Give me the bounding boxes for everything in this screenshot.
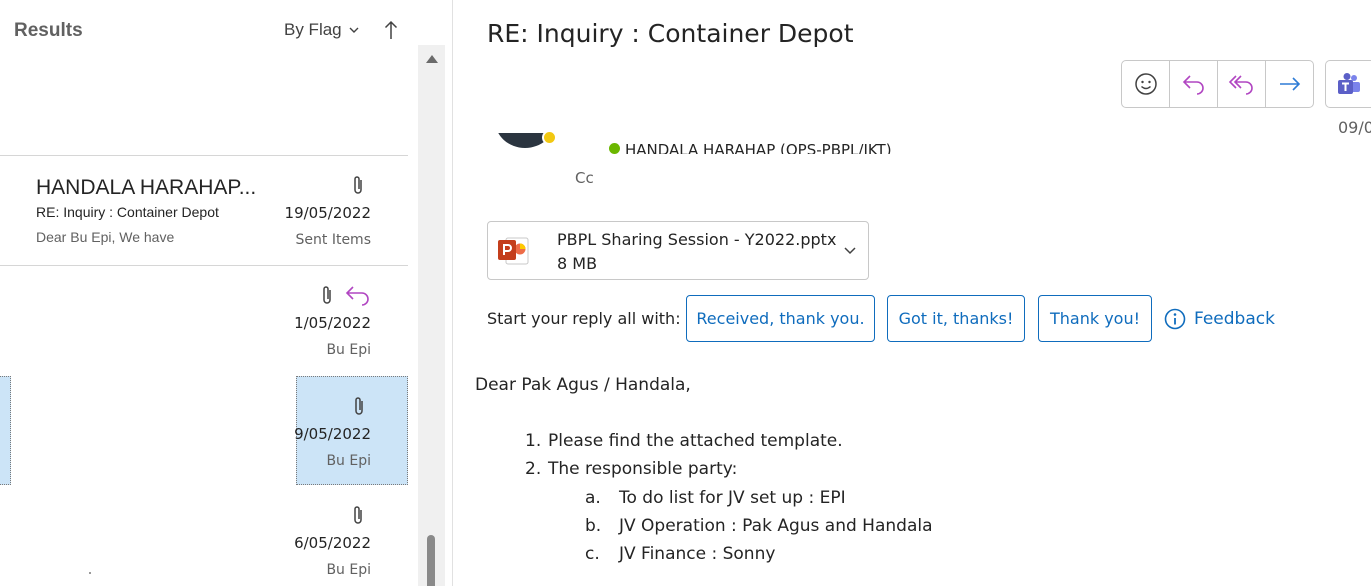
info-icon <box>1164 308 1186 330</box>
sublist-marker: c. <box>585 544 600 564</box>
reading-pane: RE: Inquiry : Container Depot 09/0 HANDA… <box>453 0 1371 586</box>
item-date: 1/05/2022 <box>294 314 371 332</box>
scroll-clip <box>483 93 563 133</box>
paperclip-icon <box>354 176 362 194</box>
attachment-size: 8 MB <box>557 254 598 273</box>
share-to-teams-button[interactable] <box>1325 60 1371 108</box>
smiley-icon <box>1134 73 1157 95</box>
item-folder: Bu Epi <box>326 342 371 358</box>
forward-button[interactable] <box>1266 61 1313 107</box>
item-date: 19/05/2022 <box>284 204 371 222</box>
item-folder: Bu Epi <box>326 562 371 578</box>
reply-all-icon <box>1228 75 1253 95</box>
reply-all-button[interactable] <box>1218 61 1266 107</box>
message-subject: RE: Inquiry : Container Depot <box>487 19 854 48</box>
paperclip-icon <box>323 286 331 304</box>
sort-label: By Flag <box>284 20 342 39</box>
scroll-up-arrow-icon[interactable] <box>426 55 438 63</box>
powerpoint-icon <box>498 237 529 265</box>
paperclip-icon <box>354 506 362 524</box>
stray-dot <box>89 572 91 574</box>
sort-by-dropdown[interactable]: By Flag <box>284 20 359 40</box>
suggested-reply-button[interactable]: Got it, thanks! <box>887 295 1025 342</box>
suggested-reply-prompt: Start your reply all with: <box>487 309 681 328</box>
list-scrollbar[interactable] <box>418 45 445 586</box>
attachment-name: PBPL Sharing Session - Y2022.pptx <box>557 230 837 249</box>
cc-recipients <box>593 160 873 220</box>
list-text: Please find the attached template. <box>548 431 843 451</box>
item-date: 6/05/2022 <box>294 534 371 552</box>
list-item[interactable]: 6/05/2022 Bu Epi <box>0 486 408 586</box>
teams-icon <box>1338 73 1360 94</box>
cc-label: Cc <box>575 169 594 187</box>
item-sender: HANDALA HARAHAP... <box>36 176 257 199</box>
selected-list-item[interactable]: 9/05/2022 Bu Epi <box>294 376 408 485</box>
item-folder: Bu Epi <box>326 453 371 469</box>
to-recipient[interactable]: HANDALA HARAHAP (OPS-PBPL/JKT) <box>609 140 939 154</box>
presence-away-icon <box>542 130 557 145</box>
chevron-down-icon <box>349 27 359 33</box>
suggested-reply-button[interactable]: Received, thank you. <box>686 295 875 342</box>
list-item[interactable]: 1/05/2022 Bu Epi <box>0 266 408 376</box>
replied-icon <box>345 286 369 306</box>
list-item[interactable]: HANDALA HARAHAP... RE: Inquiry : Contain… <box>0 156 408 266</box>
feedback-link[interactable]: Feedback <box>1164 307 1275 331</box>
item-date: 9/05/2022 <box>294 425 371 443</box>
reply-button[interactable] <box>1170 61 1218 107</box>
presence-available-icon <box>609 143 620 154</box>
sublist-text: JV Finance : Sonny <box>619 544 776 564</box>
sublist-marker: a. <box>585 488 601 508</box>
arrow-up-icon[interactable] <box>384 20 398 40</box>
message-list-pane: Results By Flag HANDALA HARAHAP... RE: I… <box>0 0 453 586</box>
greeting: Dear Pak Agus / Handala, <box>475 375 691 395</box>
attachment-card[interactable]: PBPL Sharing Session - Y2022.pptx 8 MB <box>487 221 869 280</box>
list-marker: 1. <box>525 431 542 451</box>
paperclip-icon <box>355 397 363 415</box>
suggested-reply-button[interactable]: Thank you! <box>1038 295 1152 342</box>
recipient-name: HANDALA HARAHAP (OPS-PBPL/JKT) <box>625 141 892 154</box>
sublist-text: JV Operation : Pak Agus and Handala <box>619 516 933 536</box>
react-button[interactable] <box>1122 61 1170 107</box>
message-date: 09/0 <box>1338 118 1371 137</box>
item-preview: Dear Bu Epi, We have <box>36 229 175 245</box>
sublist-text: To do list for JV set up : EPI <box>619 488 846 508</box>
selection-highlight <box>0 376 11 485</box>
item-folder: Sent Items <box>295 232 371 248</box>
results-heading: Results <box>14 20 83 41</box>
forward-icon <box>1279 77 1300 91</box>
reply-icon <box>1182 75 1204 95</box>
feedback-label: Feedback <box>1194 309 1275 329</box>
list-text: The responsible party: <box>548 459 738 479</box>
sublist-marker: b. <box>585 516 602 536</box>
list-marker: 2. <box>525 459 542 479</box>
chevron-down-icon[interactable] <box>844 244 856 256</box>
scroll-thumb[interactable] <box>427 535 435 586</box>
message-actions <box>1121 60 1314 108</box>
item-subject: RE: Inquiry : Container Depot <box>36 204 219 220</box>
